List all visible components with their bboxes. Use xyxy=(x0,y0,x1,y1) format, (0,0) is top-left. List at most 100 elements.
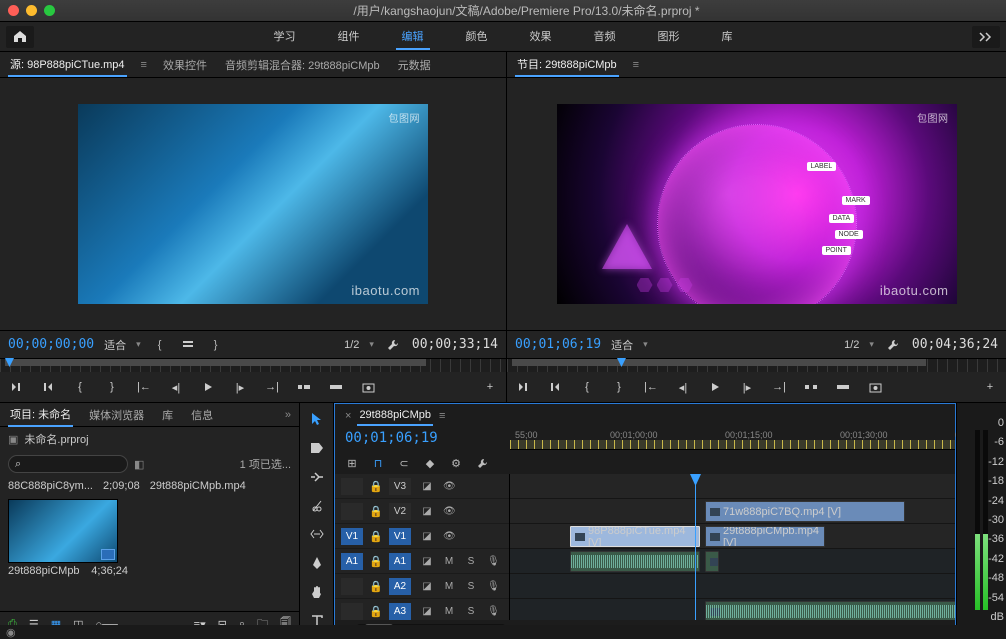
program-fit[interactable]: 适合 xyxy=(611,337,633,353)
export-frame-icon[interactable] xyxy=(867,379,883,395)
project-filename[interactable]: 未命名.prproj xyxy=(24,431,88,447)
clip-v1-2[interactable]: 29t888piCMpb.mp4 [V] xyxy=(705,526,825,547)
link-sel-icon[interactable]: ⊂ xyxy=(397,456,411,470)
mark-sel-icon[interactable]: } xyxy=(104,379,120,395)
tab-source[interactable]: 源: 98P888piCTue.mp4 xyxy=(8,53,127,77)
timeline-ruler[interactable]: 55;00 00;01;00;00 00;01;15;00 00;01;30;0… xyxy=(510,428,955,450)
ws-graphics[interactable]: 图形 xyxy=(652,24,686,50)
project-search-input[interactable]: ⌕ xyxy=(8,455,128,473)
extract-icon[interactable] xyxy=(835,379,851,395)
settings-icon[interactable] xyxy=(179,338,197,352)
ws-edit[interactable]: 编辑 xyxy=(396,24,430,50)
track-header-v3[interactable]: 🔒V3◪👁 xyxy=(335,474,509,499)
goto-in-icon[interactable]: |← xyxy=(643,379,659,395)
step-fwd-icon[interactable]: |▸ xyxy=(232,379,248,395)
tab-menu-icon[interactable]: ≡ xyxy=(633,59,639,71)
wrench-icon[interactable] xyxy=(884,338,902,352)
ws-color[interactable]: 颜色 xyxy=(460,24,494,50)
ws-effects[interactable]: 效果 xyxy=(524,24,558,50)
home-button[interactable] xyxy=(6,26,34,48)
nest-icon[interactable]: ⊞ xyxy=(345,456,359,470)
source-ruler[interactable] xyxy=(0,358,506,372)
button-editor-icon[interactable]: + xyxy=(482,379,498,395)
track-header-v1[interactable]: V1🔒V1◪👁 xyxy=(335,524,509,549)
button-editor-icon[interactable]: + xyxy=(982,379,998,395)
mark-in-icon[interactable] xyxy=(8,379,24,395)
cc-sync-icon[interactable]: ◉ xyxy=(6,626,16,639)
workspace-overflow[interactable] xyxy=(972,26,1000,48)
ripple-tool-icon[interactable] xyxy=(308,469,326,486)
tab-media-browser[interactable]: 媒体浏览器 xyxy=(87,404,146,426)
wrench-icon[interactable] xyxy=(475,456,489,470)
tab-audio-mixer[interactable]: 音频剪辑混合器: 29t888piCMpb xyxy=(223,54,382,76)
step-back-icon[interactable]: ◂| xyxy=(675,379,691,395)
timeline-tc[interactable]: 00;01;06;19 xyxy=(335,428,510,452)
in-bracket-icon[interactable]: { xyxy=(151,338,169,352)
program-ruler[interactable] xyxy=(507,358,1006,372)
zoom-window[interactable] xyxy=(44,5,55,16)
program-tc-in[interactable]: 00;01;06;19 xyxy=(515,337,601,352)
clip-a1-2[interactable] xyxy=(705,551,719,572)
chevron-down-icon[interactable]: ▾ xyxy=(869,339,874,350)
slip-tool-icon[interactable] xyxy=(308,526,326,543)
tab-menu-icon[interactable]: ≡ xyxy=(439,410,445,422)
step-fwd-icon[interactable]: |▸ xyxy=(739,379,755,395)
tab-libraries[interactable]: 库 xyxy=(160,404,175,426)
lift-icon[interactable] xyxy=(803,379,819,395)
overwrite-icon[interactable] xyxy=(328,379,344,395)
minimize-window[interactable] xyxy=(26,5,37,16)
settings-icon[interactable]: ⚙ xyxy=(449,456,463,470)
goto-out-icon[interactable]: →| xyxy=(771,379,787,395)
chevron-down-icon[interactable]: ▾ xyxy=(369,339,374,350)
track-header-a1[interactable]: A1🔒A1◪MS🎙 xyxy=(335,549,509,574)
ws-learn[interactable]: 学习 xyxy=(268,24,302,50)
clip-list-row[interactable]: 88C888piC8ym... 2;09;08 29t888piCMpb.mp4 xyxy=(0,477,299,495)
export-frame-icon[interactable] xyxy=(360,379,376,395)
source-tc-in[interactable]: 00;00;00;00 xyxy=(8,337,94,352)
program-monitor[interactable]: LABEL MARK DATA NODE POINT 包图网 ibaotu.co… xyxy=(507,78,1006,330)
overflow-icon[interactable]: » xyxy=(285,409,291,421)
ws-assembly[interactable]: 组件 xyxy=(332,24,366,50)
mark-clip-icon[interactable]: { xyxy=(72,379,88,395)
program-zoom[interactable]: 1/2 xyxy=(844,339,859,351)
clip-a3-1[interactable] xyxy=(705,601,955,620)
tab-project[interactable]: 项目: 未命名 xyxy=(8,403,73,427)
clip-v2-1[interactable]: 71w888piC7BQ.mp4 [V] xyxy=(705,501,905,522)
tab-info[interactable]: 信息 xyxy=(189,404,215,426)
tab-metadata[interactable]: 元数据 xyxy=(396,54,433,76)
mark-in-icon[interactable] xyxy=(515,379,531,395)
clip-v1-1[interactable]: 98P888piCTue.mp4 [V] xyxy=(570,526,700,547)
ws-audio[interactable]: 音频 xyxy=(588,24,622,50)
pen-tool-icon[interactable] xyxy=(308,555,326,572)
sequence-tab[interactable]: 29t888piCMpb xyxy=(357,406,433,426)
step-back-icon[interactable]: ◂| xyxy=(168,379,184,395)
play-icon[interactable] xyxy=(707,379,723,395)
source-fit[interactable]: 适合 xyxy=(104,337,126,353)
track-select-tool-icon[interactable] xyxy=(308,440,326,457)
close-seq-icon[interactable]: × xyxy=(345,410,351,422)
selection-tool-icon[interactable] xyxy=(308,411,326,428)
track-header-a3[interactable]: 🔒A3◪MS🎙 xyxy=(335,599,509,620)
tab-effect-controls[interactable]: 效果控件 xyxy=(161,54,209,76)
snap-icon[interactable]: ⊓ xyxy=(371,456,385,470)
mark-sel-icon[interactable]: } xyxy=(611,379,627,395)
hand-tool-icon[interactable] xyxy=(308,584,326,601)
out-bracket-icon[interactable]: } xyxy=(207,338,225,352)
track-header-v2[interactable]: 🔒V2◪👁 xyxy=(335,499,509,524)
ws-libraries[interactable]: 库 xyxy=(716,24,739,50)
source-monitor[interactable]: 包图网 ibaotu.com xyxy=(0,78,506,330)
goto-in-icon[interactable]: |← xyxy=(136,379,152,395)
mark-out-icon[interactable] xyxy=(547,379,563,395)
filter-bin-icon[interactable]: ◧ xyxy=(134,458,144,471)
track-header-a2[interactable]: 🔒A2◪MS🎙 xyxy=(335,574,509,599)
marker-icon[interactable]: ◆ xyxy=(423,456,437,470)
goto-out-icon[interactable]: →| xyxy=(264,379,280,395)
chevron-down-icon[interactable]: ▾ xyxy=(136,339,141,350)
source-zoom[interactable]: 1/2 xyxy=(344,339,359,351)
source-tc-out[interactable]: 00;00;33;14 xyxy=(412,337,498,352)
chevron-down-icon[interactable]: ▾ xyxy=(643,339,648,350)
play-icon[interactable] xyxy=(200,379,216,395)
bin-icon[interactable]: ▣ xyxy=(8,433,18,446)
tab-menu-icon[interactable]: ≡ xyxy=(141,59,147,71)
wrench-icon[interactable] xyxy=(384,338,402,352)
